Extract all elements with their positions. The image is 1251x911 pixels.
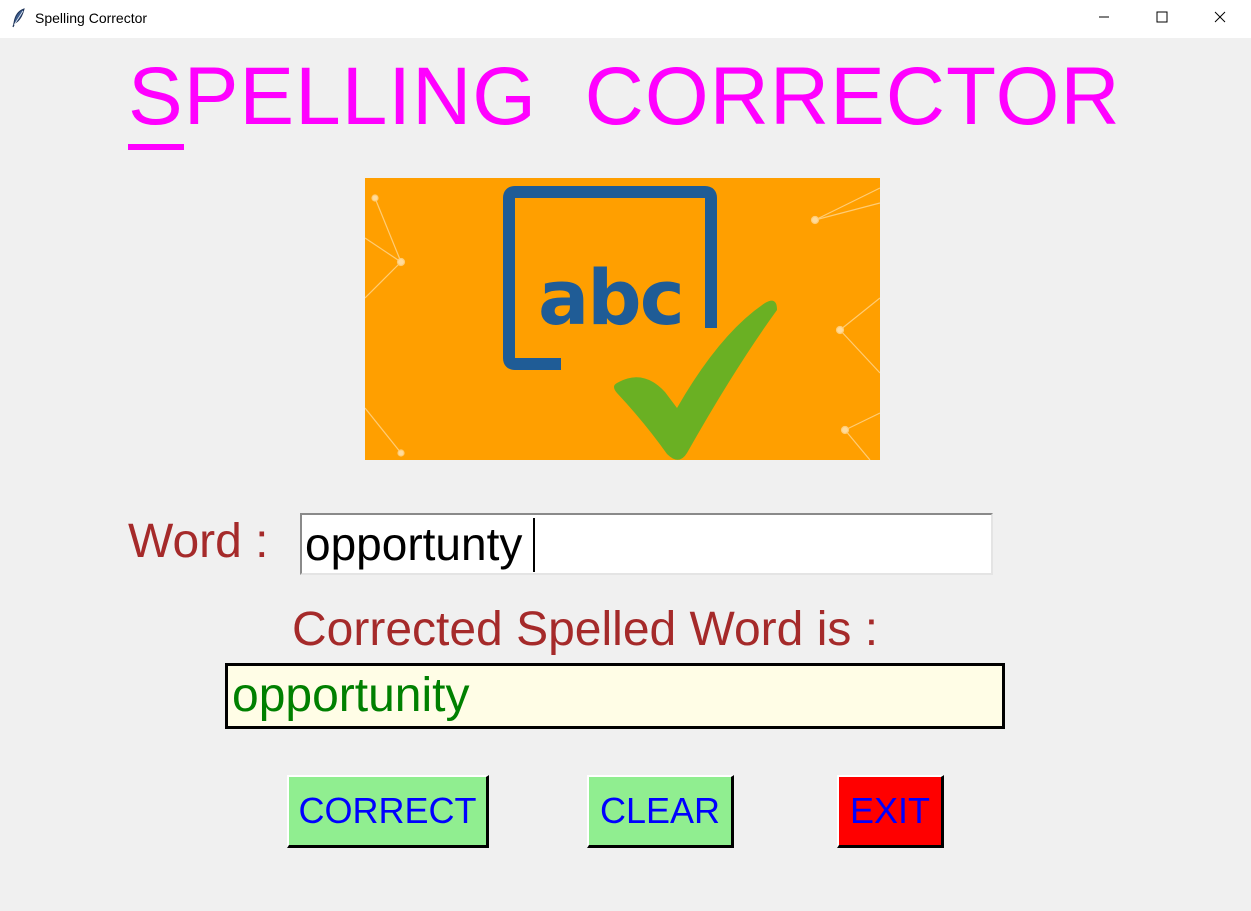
exit-button[interactable]: EXIT (837, 775, 944, 848)
page-title: SPELLING CORRECTOR (128, 51, 1121, 150)
close-button[interactable] (1191, 0, 1249, 38)
minimize-button[interactable] (1075, 0, 1133, 38)
title-first-letter: S (128, 51, 184, 150)
clear-button[interactable]: CLEAR (587, 775, 734, 848)
feather-icon (10, 8, 28, 28)
word-label: Word : (128, 515, 269, 568)
maximize-button[interactable] (1133, 0, 1191, 38)
minimize-icon (1098, 10, 1110, 28)
spell-check-icon: abc (365, 186, 880, 460)
window-title: Spelling Corrector (35, 10, 148, 26)
maximize-icon (1156, 10, 1168, 28)
corrected-label: Corrected Spelled Word is : (292, 603, 879, 656)
title-bar: Spelling Corrector (0, 0, 1251, 38)
title-rest: PELLING CORRECTOR (183, 51, 1121, 142)
close-icon (1214, 10, 1226, 28)
app-window: Spelling Corrector SPELLING CORRECTOR ab… (0, 0, 1251, 911)
correct-button[interactable]: CORRECT (287, 775, 489, 848)
text-caret (533, 518, 535, 572)
word-input[interactable] (300, 513, 993, 575)
corrected-word-output: opportunity (225, 663, 1005, 729)
svg-text:abc: abc (538, 253, 683, 342)
spell-check-logo: abc (365, 178, 880, 460)
